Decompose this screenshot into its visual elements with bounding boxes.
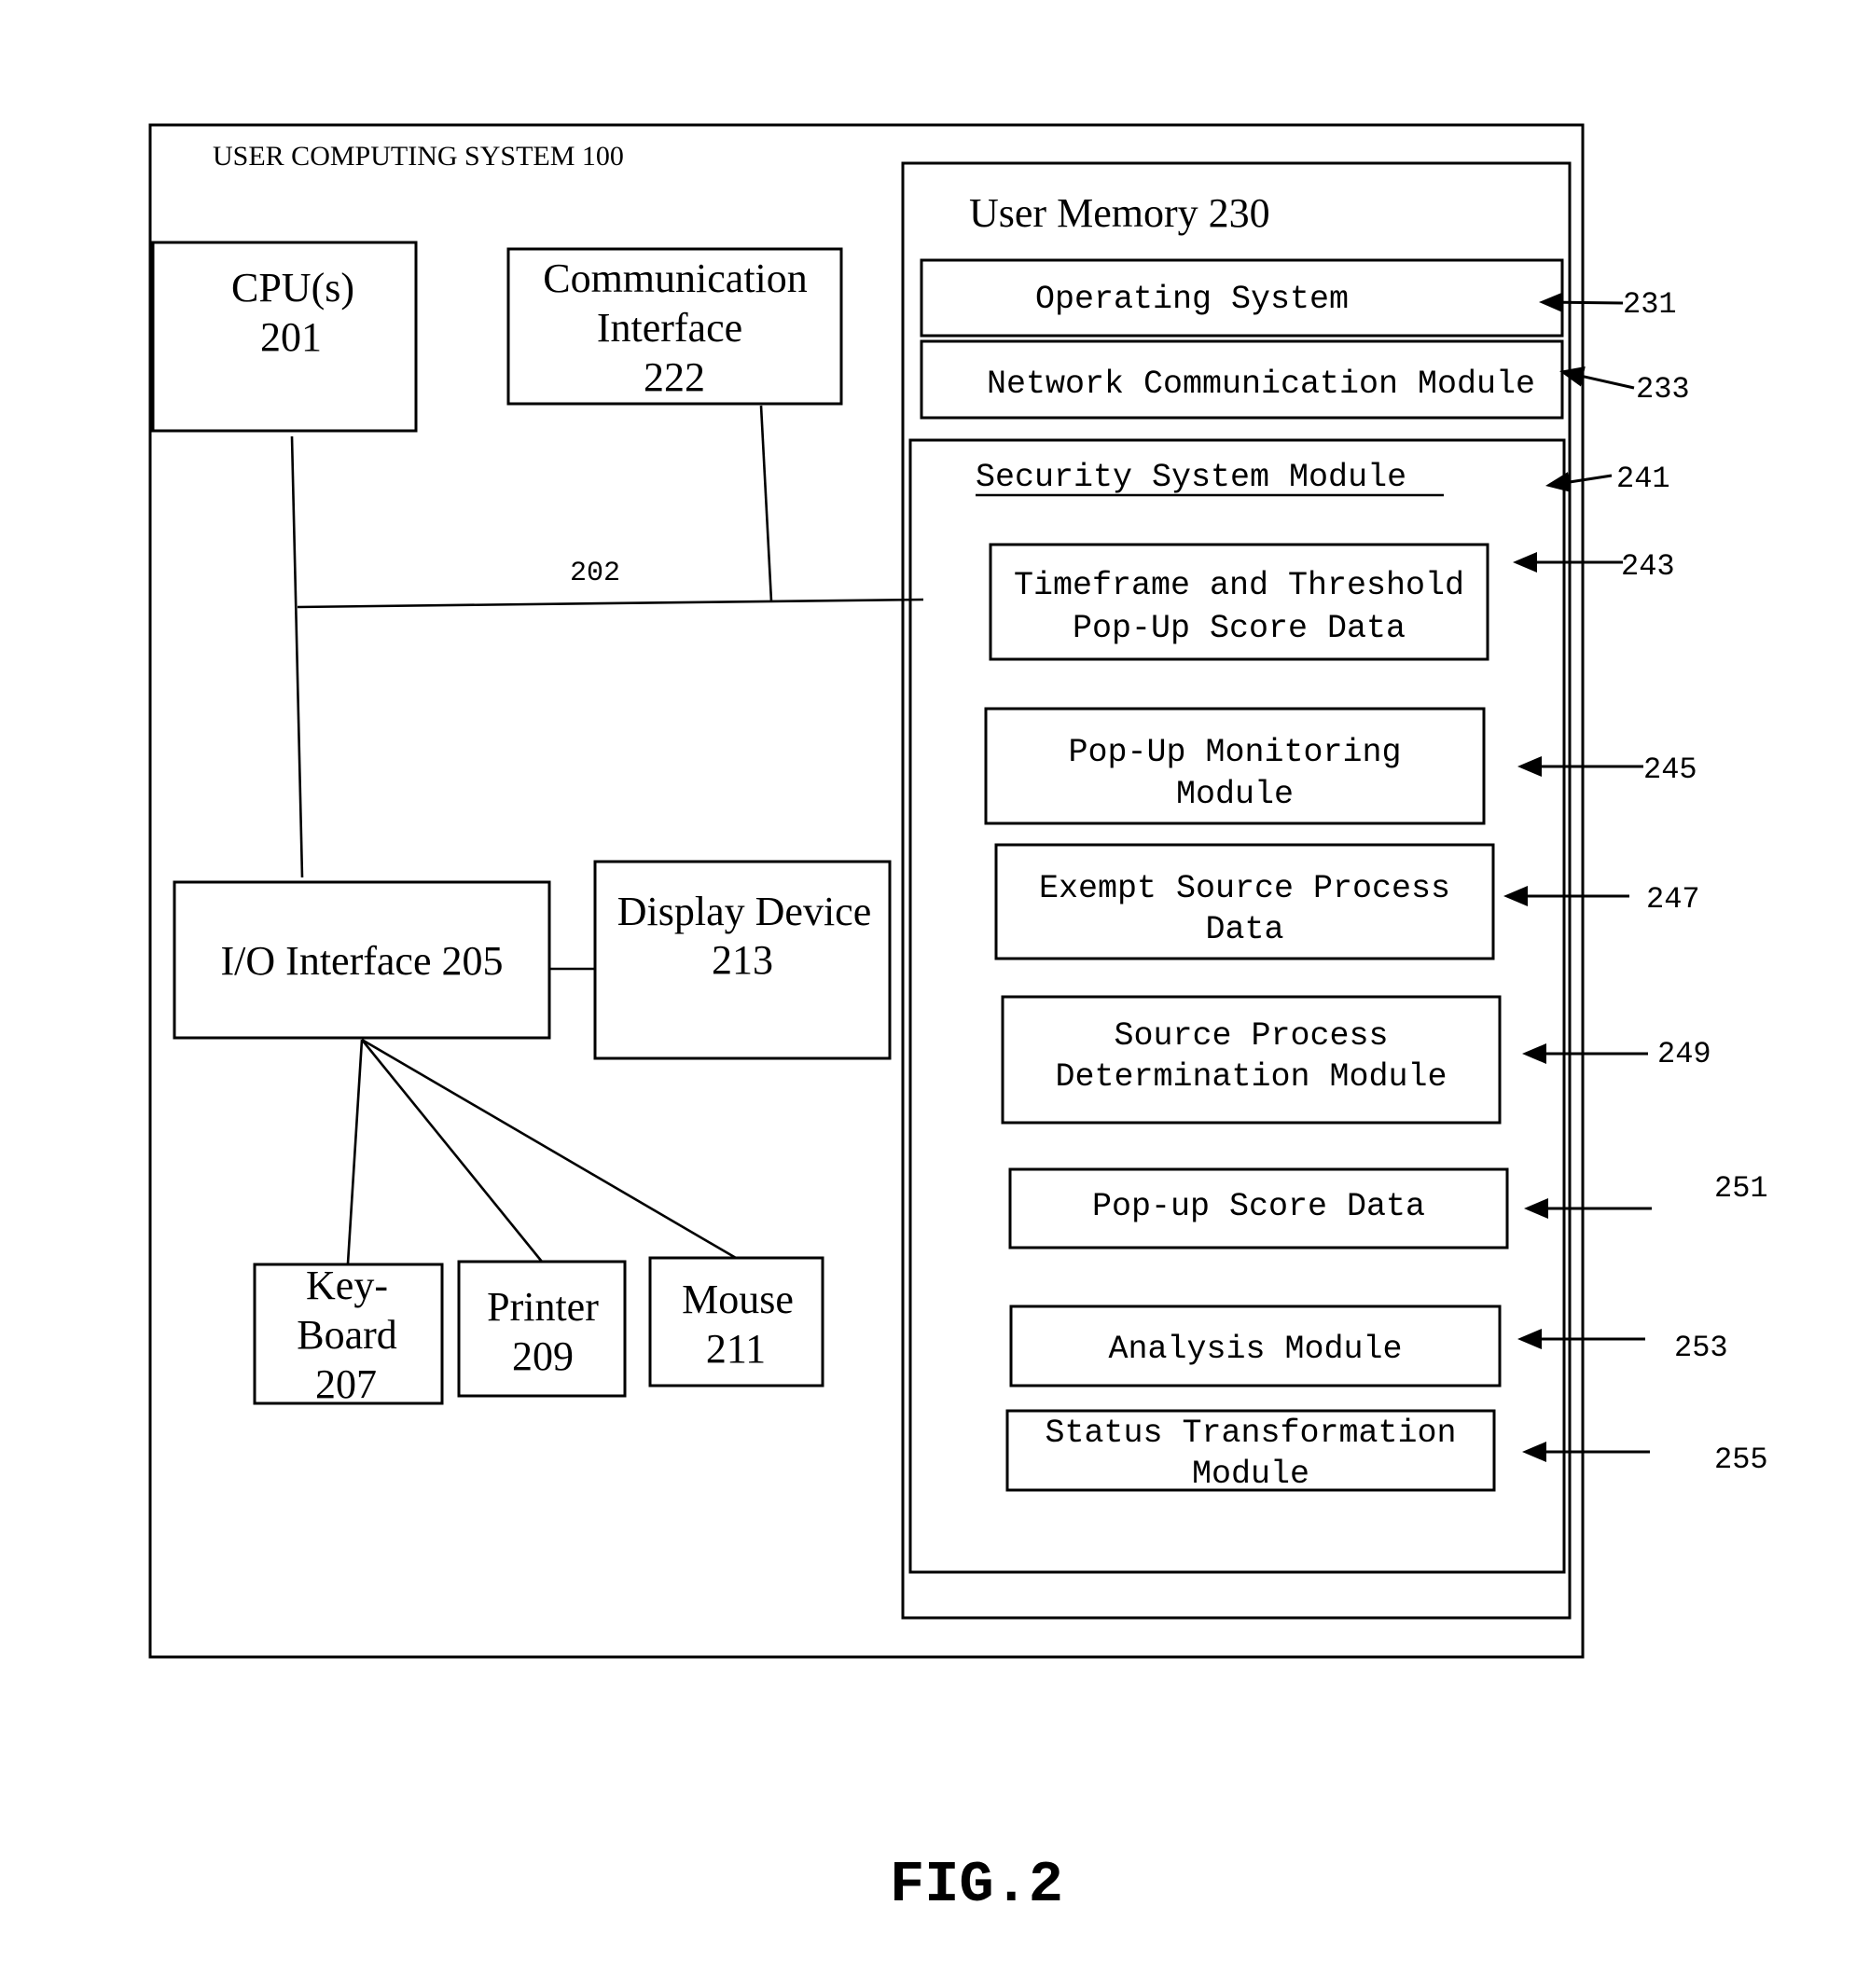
io-keyboard-connector [346, 1039, 364, 1264]
reference-number: 251 [1714, 1171, 1768, 1206]
mouse-label: Mouse [682, 1277, 794, 1322]
io-interface-block: I/O Interface 205 [173, 880, 551, 1040]
popup-monitoring-module-label-line1: Pop-Up Monitoring [1068, 734, 1401, 771]
reference-245: 245 [1517, 752, 1697, 787]
reference-number: 243 [1621, 549, 1675, 584]
io-mouse-connector [361, 1038, 737, 1260]
source-process-determination-module-label-line2: Determination Module [1055, 1058, 1447, 1096]
reference-243: 243 [1513, 549, 1675, 584]
keyboard-line1: Key- [306, 1263, 388, 1308]
analysis-module-label-line1: Analysis Module [1108, 1331, 1402, 1368]
display-device-block: Display Device 213 [593, 860, 892, 1060]
security-module-items: Timeframe and Threshold Pop-Up Score Data… [984, 543, 1509, 1493]
user-memory-title: User Memory 230 [969, 190, 1270, 236]
bus-label: 202 [570, 558, 620, 589]
arrowhead-icon [1522, 1043, 1546, 1064]
comm-bus-connector [759, 405, 773, 602]
keyboard-block: Key- Board 207 [253, 1263, 444, 1407]
source-process-determination-module-block: Source ProcessDetermination Module [1001, 995, 1502, 1125]
network-module-label: Network Communication Module [987, 366, 1535, 403]
comm-interface-block: Communication Interface 222 [506, 247, 843, 406]
analysis-module-block: Analysis Module [1009, 1305, 1502, 1387]
leader-line [1569, 474, 1613, 484]
exempt-source-process-data-block: Exempt Source Process Data [994, 843, 1495, 960]
arrowhead-icon [1524, 1198, 1548, 1219]
leader-line [1562, 300, 1624, 305]
reference-249: 249 [1522, 1037, 1711, 1071]
popup-monitoring-module-label-line2: Module [1176, 776, 1294, 813]
patent-diagram: USER COMPUTING SYSTEM 100 CPU(s) 201 Com… [148, 123, 1768, 1918]
display-device-label: Display Device [617, 889, 871, 934]
reference-number: 245 [1643, 752, 1697, 787]
figure-caption: FIG.2 [890, 1852, 1063, 1918]
operating-system-label: Operating System [1035, 281, 1349, 318]
timeframe-threshold-data-block: Timeframe and Threshold Pop-Up Score Data [989, 543, 1489, 661]
cpu-block: CPU(s) 201 [151, 241, 418, 433]
bus-202 [297, 598, 924, 609]
reference-number: 253 [1674, 1331, 1728, 1365]
status-transformation-module-label-line2: Module [1192, 1456, 1309, 1493]
source-process-determination-module-label-line1: Source Process [1114, 1017, 1388, 1055]
arrowhead-icon [1503, 886, 1528, 906]
popup-score-data-label-line1: Pop-up Score Data [1092, 1188, 1425, 1225]
status-transformation-module-block: Status Transformation Module [1005, 1409, 1496, 1493]
reference-255: 255 [1522, 1442, 1768, 1477]
comm-interface-line1: Communication [543, 255, 808, 301]
reference-number: 231 [1623, 287, 1677, 322]
printer-label: Printer [487, 1284, 599, 1330]
popup-monitoring-module-block: Pop-Up Monitoring Module [984, 707, 1486, 825]
arrowhead-icon [1513, 552, 1537, 573]
cpu-io-connector [290, 435, 304, 878]
popup-score-data-block: Pop-up Score Data [1008, 1167, 1509, 1249]
io-interface-label: I/O Interface 205 [221, 938, 504, 984]
arrowhead-icon [1517, 756, 1542, 777]
reference-251: 251 [1524, 1171, 1768, 1219]
io-printer-connector [360, 1039, 544, 1263]
reference-247: 247 [1503, 882, 1700, 917]
arrowhead-icon [1545, 472, 1572, 492]
security-module-title: Security System Module [976, 459, 1406, 496]
reference-number: 255 [1714, 1443, 1768, 1477]
mouse-block: Mouse 211 [648, 1256, 824, 1387]
mouse-number: 211 [706, 1326, 766, 1372]
reference-233: 233 [1559, 366, 1690, 407]
printer-block: Printer 209 [457, 1260, 627, 1398]
keyboard-line2: Board [297, 1312, 397, 1358]
timeframe-threshold-data-label-line2: Pop-Up Score Data [1073, 610, 1406, 647]
arrowhead-icon [1539, 292, 1564, 313]
reference-number: 247 [1646, 882, 1700, 917]
comm-interface-number: 222 [644, 354, 705, 400]
system-title: USER COMPUTING SYSTEM 100 [213, 141, 624, 172]
exempt-source-process-data-label-line1: Exempt Source Process [1039, 870, 1450, 907]
cpu-number: 201 [260, 314, 322, 360]
keyboard-number: 207 [315, 1361, 377, 1407]
printer-number: 209 [512, 1333, 574, 1379]
display-device-number: 213 [712, 937, 773, 983]
leader-line [1583, 375, 1635, 390]
cpu-label: CPU(s) [231, 265, 354, 311]
arrowhead-icon [1517, 1329, 1542, 1349]
reference-231: 231 [1539, 287, 1677, 322]
exempt-source-process-data-label-line2: Data [1205, 911, 1283, 948]
reference-number: 241 [1616, 462, 1670, 496]
reference-numerals: 231 233 241 243 245 247 249 251 253 255 [1503, 287, 1768, 1477]
status-transformation-module-label-line1: Status Transformation [1045, 1415, 1456, 1452]
comm-interface-line2: Interface [597, 305, 742, 351]
reference-number: 233 [1636, 372, 1690, 407]
timeframe-threshold-data-label-line1: Timeframe and Threshold [1014, 567, 1464, 604]
reference-number: 249 [1657, 1037, 1711, 1071]
reference-253: 253 [1517, 1329, 1728, 1365]
arrowhead-icon [1522, 1442, 1546, 1462]
